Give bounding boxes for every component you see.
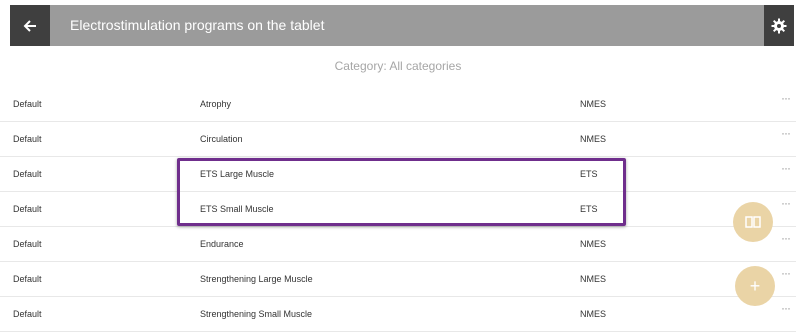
row-owner: Default — [13, 99, 42, 109]
settings-button[interactable] — [764, 5, 794, 46]
table-row[interactable]: Default Endurance NMES ··· — [0, 227, 796, 262]
row-category: NMES — [580, 309, 607, 319]
more-options-icon[interactable]: ··· — [781, 162, 791, 174]
add-fab-button[interactable]: + — [735, 266, 775, 306]
plus-icon: + — [749, 275, 761, 296]
app-bar: Electrostimulation programs on the table… — [10, 5, 794, 46]
gear-icon — [771, 18, 787, 33]
row-category: NMES — [580, 274, 607, 284]
page-title: Electrostimulation programs on the table… — [70, 17, 325, 33]
compare-icon — [745, 216, 761, 228]
more-options-icon[interactable]: ··· — [781, 267, 791, 279]
row-program-name: Circulation — [200, 134, 243, 144]
category-filter[interactable]: Category: All categories — [0, 59, 796, 73]
table-row[interactable]: Default Circulation NMES ··· — [0, 122, 796, 157]
row-owner: Default — [13, 274, 42, 284]
table-row[interactable]: Default Strengthening Large Muscle NMES ··· — [0, 262, 796, 297]
row-owner: Default — [13, 169, 42, 179]
row-owner: Default — [13, 239, 42, 249]
more-options-icon[interactable]: ··· — [781, 92, 791, 104]
row-program-name: Atrophy — [200, 99, 232, 109]
row-program-name: Endurance — [200, 239, 244, 249]
more-options-icon[interactable]: ··· — [781, 302, 791, 314]
row-program-name: Strengthening Small Muscle — [200, 309, 313, 319]
back-button[interactable] — [10, 5, 50, 46]
table-row[interactable]: Default Strengthening Small Muscle NMES ··· — [0, 297, 796, 332]
highlight-box — [177, 158, 626, 226]
more-options-icon[interactable]: ··· — [781, 197, 791, 209]
row-category: NMES — [580, 134, 607, 144]
row-owner: Default — [13, 309, 42, 319]
compare-fab-button[interactable] — [733, 202, 773, 242]
row-owner: Default — [13, 134, 42, 144]
row-category: NMES — [580, 239, 607, 249]
row-program-name: Strengthening Large Muscle — [200, 274, 313, 284]
row-owner: Default — [13, 204, 42, 214]
arrow-left-icon — [23, 19, 36, 32]
table-row[interactable]: Default Atrophy NMES ··· — [0, 87, 796, 122]
more-options-icon[interactable]: ··· — [781, 232, 791, 244]
row-category: NMES — [580, 99, 607, 109]
more-options-icon[interactable]: ··· — [781, 127, 791, 139]
